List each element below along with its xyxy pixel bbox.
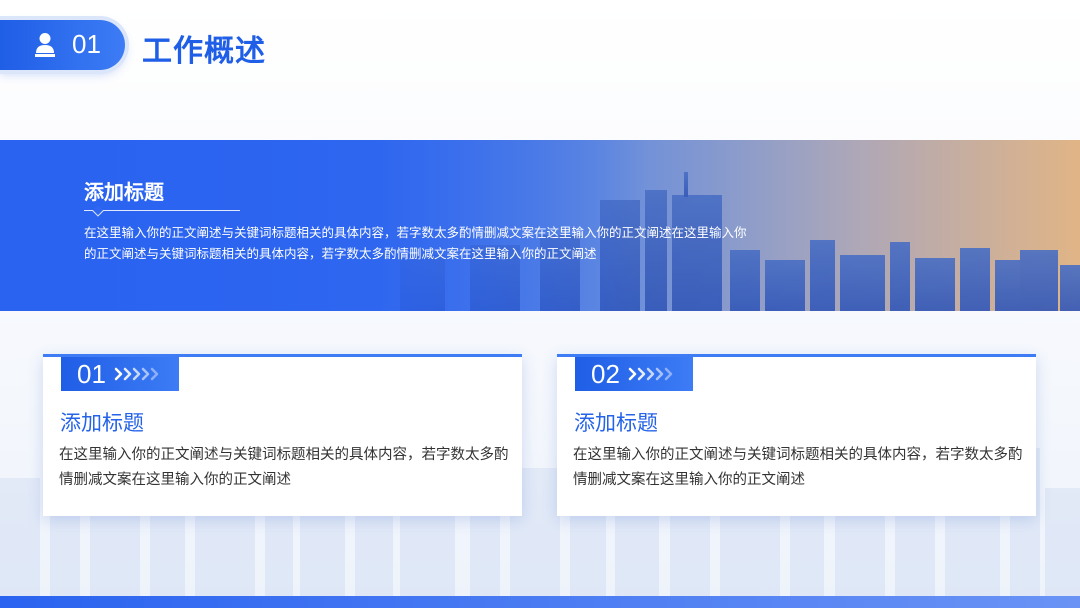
card-title: 添加标题 [574, 411, 658, 435]
card-number: 02 [591, 359, 620, 389]
banner: 添加标题 在这里输入你的正文阐述与关键词标题相关的具体内容，若字数太多酌情删减文… [0, 140, 1080, 311]
card-number-tag: 02 [575, 357, 693, 391]
card-number: 01 [77, 359, 106, 389]
page-title: 工作概述 [142, 34, 266, 69]
content-card-2: 02 添加标题 在这里输入你的正文阐述与关键词标题相关的具体内容，若字数太多酌情… [557, 354, 1036, 516]
banner-text: 在这里输入你的正文阐述与关键词标题相关的具体内容，若字数太多酌情删减文案在这里输… [84, 225, 747, 261]
banner-title: 添加标题 [84, 180, 164, 204]
section-number-badge: 01 [0, 20, 125, 70]
chevrons-right-icon [628, 367, 674, 381]
content-card-1: 01 添加标题 在这里输入你的正文阐述与关键词标题相关的具体内容，若字数太多酌情… [43, 354, 522, 516]
card-text: 在这里输入你的正文阐述与关键词标题相关的具体内容，若字数太多酌情删减文案在这里输… [59, 447, 509, 488]
section-number: 01 [72, 29, 101, 59]
card-title: 添加标题 [60, 411, 144, 435]
slide: 01 工作概述 添加标题 在这里输入你的正文阐述与关键词标题相关的具体内容，若字… [0, 0, 1080, 608]
chevrons-right-icon [114, 367, 160, 381]
banner-divider [84, 210, 240, 211]
user-icon [35, 33, 55, 57]
card-number-tag: 01 [61, 357, 179, 391]
card-text: 在这里输入你的正文阐述与关键词标题相关的具体内容，若字数太多酌情删减文案在这里输… [573, 447, 1023, 488]
bottom-accent-bar [0, 596, 1080, 608]
